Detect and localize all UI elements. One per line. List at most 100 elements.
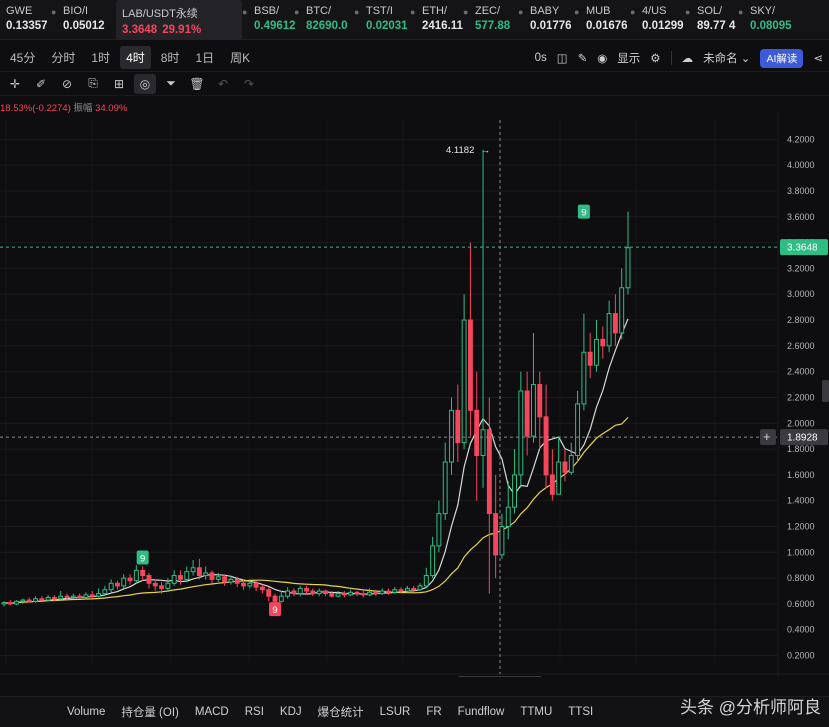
interval-0[interactable]: 45分 — [4, 46, 41, 69]
interval-3[interactable]: 4时 — [120, 46, 151, 69]
candle-body — [259, 586, 265, 591]
crosshair-icon[interactable]: ✛ — [4, 74, 26, 94]
ticker-name: 4/US — [642, 5, 667, 17]
ticker-price: 89.77 4 — [697, 20, 744, 32]
edit-icon[interactable]: ✎ — [578, 51, 588, 65]
ticker-7[interactable]: ● ZEC/577.88 — [463, 0, 524, 40]
ticker-9[interactable]: ● MUB 0.01676 — [574, 0, 636, 40]
ticker-5[interactable]: ● TST/I 0.02031 — [354, 0, 416, 40]
ticker-price-value: 0.08095 — [750, 20, 792, 32]
arrow-right-icon: → — [481, 145, 490, 155]
layout-cloud-icon: ☁ — [681, 53, 694, 65]
indicator-tab-4[interactable]: KDJ — [280, 706, 302, 718]
indicator-tab-9[interactable]: TTMU — [520, 706, 552, 718]
magnet-icon[interactable]: ◎ — [134, 73, 156, 94]
trash-icon[interactable]: 🗑 — [186, 74, 208, 94]
candle-body — [196, 567, 202, 577]
candle-body — [606, 313, 612, 347]
ticker-price-value: 0.01299 — [642, 20, 684, 32]
interval-2[interactable]: 1时 — [85, 46, 116, 69]
favorite-dot-icon: ● — [518, 7, 524, 17]
candle-body — [278, 595, 284, 602]
ticker-10[interactable]: ● 4/US 0.01299 — [630, 0, 691, 40]
indicator-tab-5[interactable]: 爆仓统计 — [318, 704, 364, 720]
ticker-1[interactable]: ● BIO/I 0.05012 — [51, 0, 112, 40]
display-button[interactable]: 显示 — [617, 50, 640, 66]
favorite-dot-icon: ● — [410, 7, 416, 17]
candle-body — [568, 455, 574, 473]
ticker-0[interactable]: GWE 0.13357 — [0, 0, 57, 40]
candle-body — [512, 474, 517, 508]
indicator-tab-10[interactable]: TTSI — [568, 706, 593, 718]
y-tick-label: 3.6000 — [787, 212, 815, 222]
y-tick-label: 0.2000 — [787, 651, 815, 661]
candle-body — [39, 598, 45, 601]
candle-body — [379, 590, 385, 595]
y-tick-label: 3.0000 — [787, 289, 815, 299]
candle-body — [594, 338, 599, 366]
candle-body — [26, 599, 32, 602]
candle-body — [121, 577, 127, 587]
ticker-11[interactable]: ● SOL/89.77 4 — [685, 0, 744, 40]
candle-body — [505, 506, 511, 527]
ticker-8[interactable]: ● BABY 0.01776 — [518, 0, 580, 40]
redo-icon[interactable]: ↷ — [238, 74, 260, 94]
candle-body — [203, 572, 209, 577]
interval-bar: 45分 分时 1时 4时 8时 1日 周K 0s ◫ ✎ ◉ 显示 ⚙ ☁ 未命名 ⌄ AI… — [0, 44, 829, 72]
ticker-2[interactable]: LAB/USDT永续 3.3648 29.91% — [116, 0, 242, 40]
indicator-tab-1[interactable]: 持仓量 (OI) — [121, 704, 179, 720]
text-icon[interactable]: ⊞ — [108, 74, 130, 94]
eye-icon[interactable]: ◉ — [597, 51, 607, 65]
candle-body — [291, 590, 297, 595]
camera-icon[interactable]: ◫ — [557, 51, 568, 65]
ticker-12[interactable]: ● SKY/0.08095 — [738, 0, 799, 40]
favorite-dot-icon: ● — [354, 7, 360, 17]
ticker-4[interactable]: ● BTC/82690.0 — [294, 0, 360, 40]
layout-name-label: 未命名 — [703, 53, 738, 65]
candle-body — [323, 590, 328, 595]
candle-body — [367, 591, 373, 596]
ticker-price: 3.3648 29.91% — [122, 24, 242, 36]
candlestick-chart[interactable]: 4.20004.00003.80003.60003.40003.20003.00… — [0, 112, 829, 677]
indicator-tab-7[interactable]: FR — [426, 706, 441, 718]
indicator-tab-2[interactable]: MACD — [195, 706, 229, 718]
candle-body — [531, 384, 536, 437]
ticker-3[interactable]: ● BSB/0.49612 — [242, 0, 300, 40]
undo-icon[interactable]: ↶ — [212, 74, 234, 94]
share-icon[interactable]: ⋖ — [813, 51, 823, 65]
interval-1[interactable]: 分时 — [45, 46, 81, 69]
candle-body — [14, 600, 20, 605]
interval-6[interactable]: 周K — [224, 46, 256, 69]
indicator-tab-8[interactable]: Fundflow — [458, 706, 505, 718]
indicator-tab-3[interactable]: RSI — [245, 706, 264, 718]
candle-body — [612, 313, 618, 334]
candle-body — [360, 593, 366, 596]
candle-body — [1, 602, 7, 605]
candle-body — [543, 416, 549, 476]
ticker-price: 0.01676 — [586, 20, 636, 32]
candle-body — [310, 590, 316, 595]
candle-body — [461, 319, 467, 444]
ai-interpret-button[interactable]: AI解读 — [760, 48, 804, 68]
candle-body — [70, 595, 76, 598]
interval-4[interactable]: 8时 — [155, 46, 186, 69]
layout-name-button[interactable]: 未命名 ⌄ — [703, 50, 750, 66]
filter-icon[interactable]: ⏷ — [160, 74, 182, 94]
candle-body — [430, 545, 436, 577]
y-tick-label: 2.0000 — [787, 418, 815, 428]
favorite-dot-icon: ● — [463, 7, 469, 17]
candle-body — [417, 585, 423, 591]
candle-body — [386, 590, 391, 593]
indicator-tab-6[interactable]: LSUR — [380, 706, 411, 718]
settings-icon[interactable]: ⚙ — [650, 51, 660, 65]
ticker-6[interactable]: ● ETH/2416.11 — [410, 0, 469, 40]
layers-icon[interactable]: ⎘ — [82, 74, 104, 94]
y-tick-label: 4.0000 — [787, 160, 815, 170]
indicator-tab-0[interactable]: Volume — [67, 706, 105, 718]
ruler-icon[interactable]: ⊘ — [56, 74, 78, 94]
candle-body — [354, 591, 360, 595]
candle-body — [524, 390, 530, 437]
y-tick-label: 2.8000 — [787, 315, 815, 325]
pen-icon[interactable]: ✐ — [30, 74, 52, 94]
interval-5[interactable]: 1日 — [189, 46, 220, 69]
